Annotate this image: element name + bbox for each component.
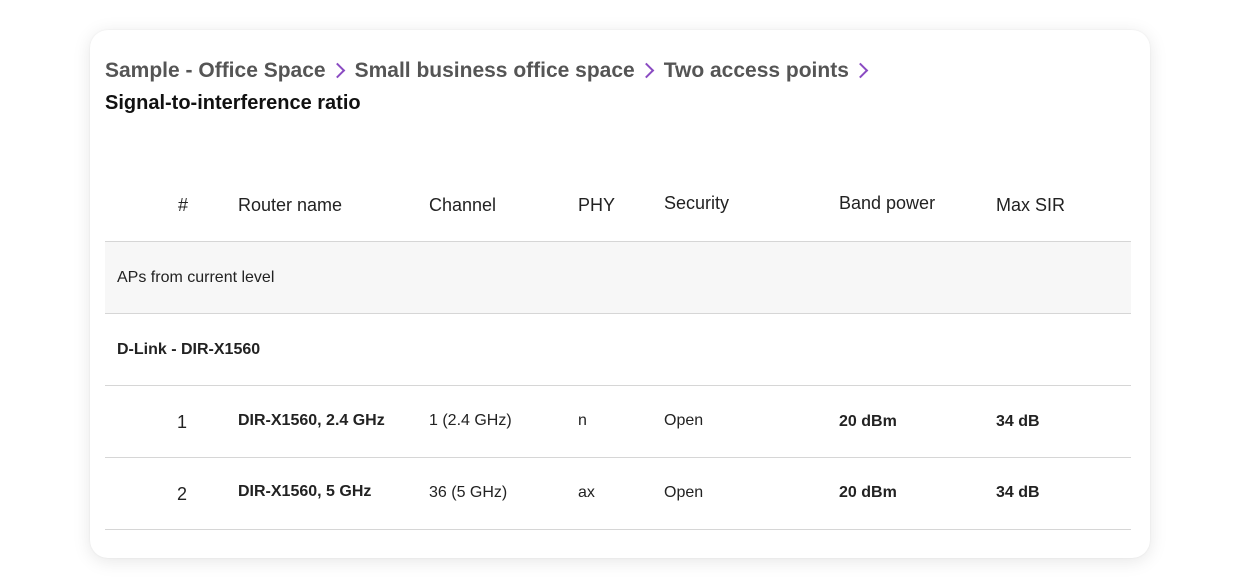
table-header: # Router name Channel PHY Security Band …: [105, 170, 1131, 242]
row-router-name: DIR-X1560, 5 GHz: [238, 483, 372, 500]
chevron-right-icon: [638, 62, 654, 78]
row-band-power: 20 dBm: [839, 413, 897, 430]
column-header-band-power[interactable]: Band power: [839, 193, 935, 214]
sir-table: # Router name Channel PHY Security Band …: [105, 170, 1131, 530]
row-channel: 1 (2.4 GHz): [429, 412, 512, 429]
column-header-number[interactable]: #: [178, 195, 188, 216]
breadcrumb: Sample - Office Space Small business off…: [105, 59, 878, 83]
row-router-name: DIR-X1560, 2.4 GHz: [238, 412, 385, 429]
row-band-power: 20 dBm: [839, 484, 897, 501]
group-label: APs from current level: [117, 269, 275, 286]
column-header-phy[interactable]: PHY: [578, 195, 615, 216]
page-title: Signal-to-interference ratio: [105, 92, 361, 114]
breadcrumb-item-small-business-office-space[interactable]: Small business office space: [355, 59, 635, 83]
breadcrumb-item-two-access-points[interactable]: Two access points: [664, 59, 849, 83]
column-header-security[interactable]: Security: [664, 193, 729, 214]
row-phy: ax: [578, 484, 595, 501]
breadcrumb-item-sample-office-space[interactable]: Sample - Office Space: [105, 59, 326, 83]
column-header-channel[interactable]: Channel: [429, 195, 496, 216]
router-group-row[interactable]: D-Link - DIR-X1560: [105, 314, 1131, 386]
row-channel: 36 (5 GHz): [429, 484, 508, 501]
row-phy: n: [578, 412, 587, 429]
router-label: D-Link - DIR-X1560: [117, 341, 261, 358]
report-card: Sample - Office Space Small business off…: [90, 30, 1150, 558]
row-security: Open: [664, 412, 704, 429]
row-max-sir: 34 dB: [996, 484, 1040, 501]
row-number: 1: [177, 412, 188, 432]
row-number: 2: [177, 484, 188, 504]
column-header-router-name[interactable]: Router name: [238, 195, 342, 216]
row-security: Open: [664, 484, 704, 501]
table-row[interactable]: 1 DIR-X1560, 2.4 GHz 1 (2.4 GHz) n Open …: [105, 386, 1131, 458]
column-header-max-sir[interactable]: Max SIR: [996, 195, 1065, 216]
row-max-sir: 34 dB: [996, 413, 1040, 430]
chevron-right-icon: [329, 62, 345, 78]
table-row[interactable]: 2 DIR-X1560, 5 GHz 36 (5 GHz) ax Open 20…: [105, 458, 1131, 530]
group-row-current-level: APs from current level: [105, 242, 1131, 314]
chevron-right-icon: [852, 62, 869, 78]
